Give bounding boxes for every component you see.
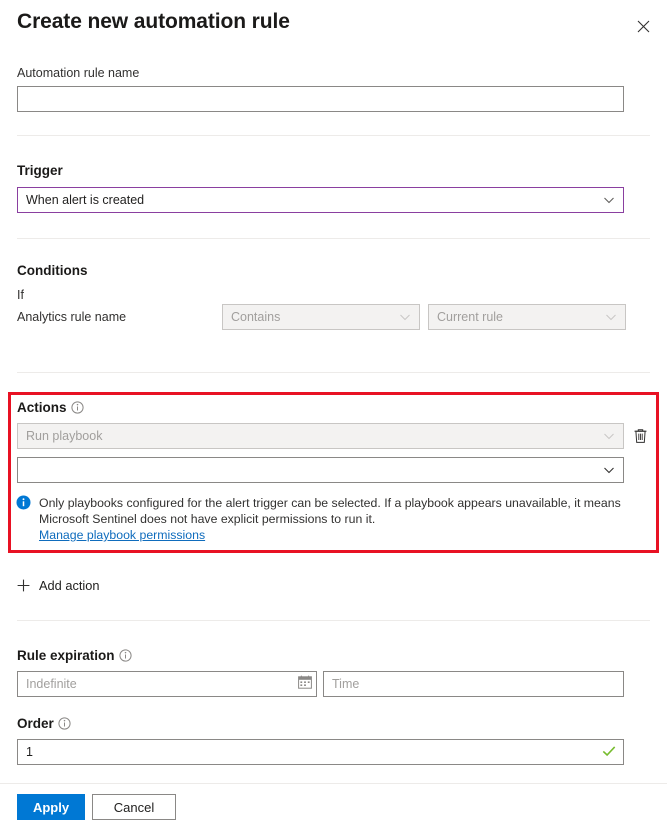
- rule-expiration-date-input[interactable]: [17, 671, 317, 697]
- page-title: Create new automation rule: [17, 10, 290, 33]
- rule-expiration-time-input[interactable]: [323, 671, 624, 697]
- chevron-down-icon: [605, 311, 617, 323]
- info-circle-icon[interactable]: [70, 401, 84, 414]
- chevron-down-icon: [603, 194, 615, 206]
- delete-action-button[interactable]: [629, 425, 651, 447]
- divider-after-conditions: [17, 372, 650, 373]
- rule-expiration-label-text: Rule expiration: [17, 648, 115, 663]
- create-automation-rule-panel: Create new automation rule Automation ru…: [0, 0, 667, 830]
- automation-rule-name-label: Automation rule name: [17, 66, 140, 80]
- trigger-label: Trigger: [17, 163, 63, 178]
- chevron-down-icon: [399, 311, 411, 323]
- divider-after-actions: [17, 620, 650, 621]
- manage-playbook-permissions-link[interactable]: Manage playbook permissions: [39, 528, 205, 542]
- info-circle-icon[interactable]: [118, 649, 132, 662]
- note-line-2: Microsoft Sentinel does not have explici…: [39, 512, 376, 526]
- close-button[interactable]: [628, 11, 658, 41]
- condition-property-label: Analytics rule name: [17, 310, 127, 324]
- actions-section-label: Actions: [17, 400, 84, 415]
- action-type-value: Run playbook: [26, 429, 103, 443]
- trigger-dropdown-value: When alert is created: [26, 193, 145, 207]
- calendar-icon[interactable]: [298, 675, 312, 689]
- trigger-dropdown[interactable]: When alert is created: [17, 187, 624, 213]
- add-action-button[interactable]: Add action: [17, 578, 99, 593]
- action-type-dropdown[interactable]: Run playbook: [17, 423, 624, 449]
- chevron-down-icon: [603, 464, 615, 476]
- order-label: Order: [17, 716, 71, 731]
- cancel-button[interactable]: Cancel: [92, 794, 176, 820]
- chevron-down-icon: [603, 430, 615, 442]
- divider-after-name: [17, 135, 650, 136]
- info-circle-icon[interactable]: [58, 717, 71, 730]
- plus-icon: [17, 579, 30, 592]
- close-icon: [637, 20, 650, 33]
- panel-header: Create new automation rule: [0, 0, 667, 50]
- playbook-permissions-note: Only playbooks configured for the alert …: [39, 495, 629, 543]
- automation-rule-name-input[interactable]: [17, 86, 624, 112]
- order-input[interactable]: [17, 739, 624, 765]
- condition-operator-value: Contains: [231, 310, 281, 324]
- conditions-if-label: If: [17, 288, 24, 302]
- note-line-1: Only playbooks configured for the alert …: [39, 496, 621, 510]
- footer-divider: [0, 783, 667, 784]
- conditions-label: Conditions: [17, 263, 88, 278]
- info-filled-icon: [16, 495, 31, 510]
- condition-value-dropdown[interactable]: Current rule: [428, 304, 626, 330]
- actions-label-text: Actions: [17, 400, 67, 415]
- condition-operator-dropdown[interactable]: Contains: [222, 304, 420, 330]
- playbook-dropdown[interactable]: [17, 457, 624, 483]
- divider-after-trigger: [17, 238, 650, 239]
- rule-expiration-label: Rule expiration: [17, 648, 132, 663]
- trash-icon: [633, 428, 648, 444]
- apply-button[interactable]: Apply: [17, 794, 85, 820]
- order-label-text: Order: [17, 716, 54, 731]
- add-action-label: Add action: [39, 578, 100, 593]
- condition-value-text: Current rule: [437, 310, 503, 324]
- checkmark-icon: [602, 744, 616, 758]
